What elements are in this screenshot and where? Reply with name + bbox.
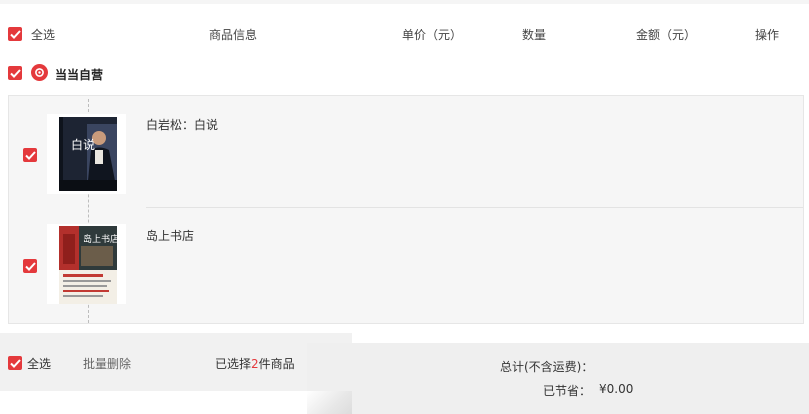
footer-select-all-checkbox[interactable] — [8, 356, 22, 370]
selected-suffix: 件商品 — [258, 357, 295, 371]
column-quantity: 数量 — [522, 28, 547, 42]
selected-prefix: 已选择 — [215, 357, 252, 371]
item-title[interactable]: 岛上书店 — [146, 227, 194, 244]
footer-select-all-label: 全选 — [27, 357, 52, 371]
saved-label: 已节省： — [543, 384, 592, 398]
check-icon — [24, 150, 36, 160]
select-all-checkbox[interactable] — [8, 27, 22, 41]
item-checkbox[interactable] — [23, 259, 37, 273]
item-checkbox[interactable] — [23, 148, 37, 162]
total-label: 总计(不含运费)： — [500, 360, 594, 374]
book-cover-baishuo[interactable]: 白说 — [47, 114, 126, 194]
check-icon — [9, 29, 21, 39]
column-product-info: 商品信息 — [209, 28, 258, 42]
dangdang-logo-icon — [31, 64, 48, 81]
check-icon — [24, 261, 36, 271]
check-icon — [9, 358, 21, 368]
book-cover-title: 岛上书店 — [83, 235, 120, 245]
item-divider — [146, 207, 803, 208]
column-amount: 金额（元） — [636, 28, 697, 42]
cart-items-container — [8, 95, 804, 324]
book-cover-title: 白说 — [71, 138, 96, 152]
saved-value: ¥0.00 — [599, 382, 634, 396]
footer-bar-right — [307, 343, 809, 414]
select-all-label: 全选 — [31, 28, 56, 42]
column-action: 操作 — [755, 28, 780, 42]
column-unit-price: 单价（元） — [402, 28, 463, 42]
book-cover-daoshangshudian[interactable]: 岛上书店 — [47, 224, 126, 304]
footer-shadow — [307, 391, 352, 414]
batch-delete-button[interactable]: 批量删除 — [83, 355, 131, 372]
check-icon — [9, 68, 21, 78]
shop-checkbox[interactable] — [8, 66, 22, 80]
item-title[interactable]: 白岩松：白说 — [146, 116, 218, 133]
shop-name[interactable]: 当当自营 — [55, 66, 103, 83]
selected-count: 2 — [251, 357, 259, 371]
top-divider — [0, 0, 809, 4]
selected-count-text: 已选择2件商品 — [215, 355, 295, 372]
footer-bar-left — [0, 333, 352, 391]
book-cover-image — [47, 114, 126, 194]
